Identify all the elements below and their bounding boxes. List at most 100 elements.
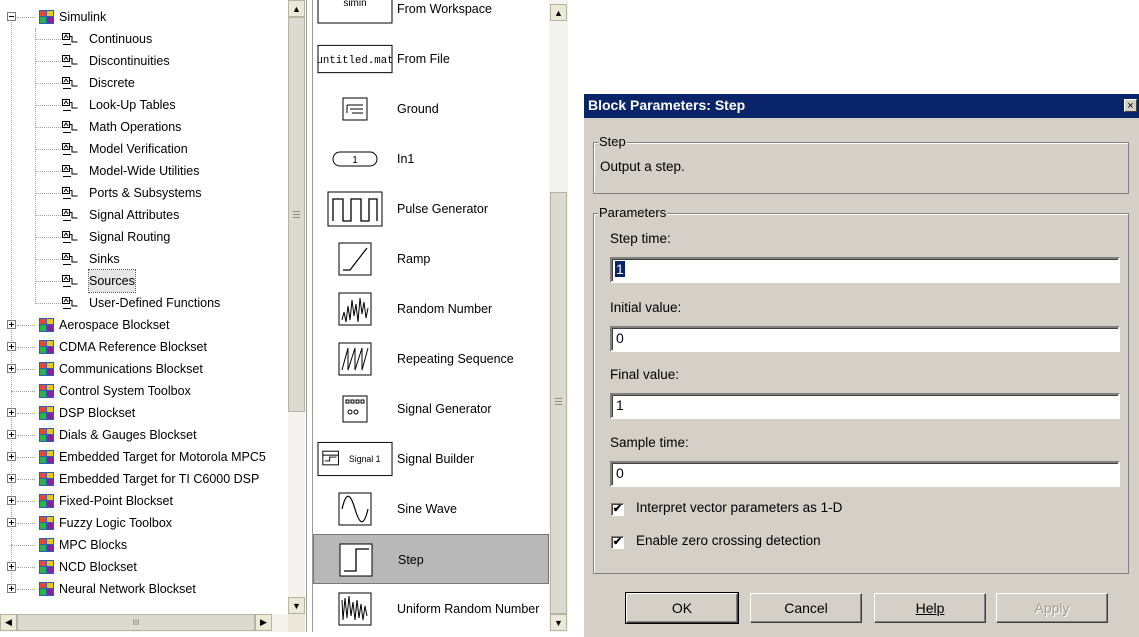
- expand-plus-icon[interactable]: [7, 342, 16, 351]
- tree-item-model-wide-utilities[interactable]: Model-Wide Utilities: [0, 160, 288, 182]
- block-sine-wave[interactable]: Sine Wave: [313, 484, 549, 534]
- expand-plus-icon[interactable]: [7, 364, 16, 373]
- siggen-icon: [317, 388, 393, 430]
- zero-crossing-checkbox[interactable]: ✔: [611, 536, 624, 549]
- tree-item-continuous[interactable]: Continuous: [0, 28, 288, 50]
- tree-item-math-operations[interactable]: Math Operations: [0, 116, 288, 138]
- tree-item-neural-network-blockset[interactable]: Neural Network Blockset: [0, 578, 288, 600]
- tree-item-aerospace-blockset[interactable]: Aerospace Blockset: [0, 314, 288, 336]
- expand-plus-icon[interactable]: [7, 430, 16, 439]
- sample-time-label: Sample time:: [610, 435, 689, 450]
- scroll-down-arrow-icon[interactable]: ▼: [550, 614, 567, 631]
- tree-item-look-up-tables[interactable]: Look-Up Tables: [0, 94, 288, 116]
- scroll-down-arrow-icon[interactable]: ▼: [288, 597, 305, 614]
- ok-button[interactable]: OK: [625, 592, 739, 624]
- block-label: Signal Generator: [397, 402, 492, 416]
- tree-item-dials-gauges-blockset[interactable]: Dials & Gauges Blockset: [0, 424, 288, 446]
- block-pulse-generator[interactable]: Pulse Generator: [313, 184, 549, 234]
- zero-crossing-label[interactable]: Enable zero crossing detection: [636, 533, 821, 548]
- scroll-thumb[interactable]: [550, 192, 567, 614]
- tree-item-mpc-blocks[interactable]: MPC Blocks: [0, 534, 288, 556]
- interpret-vector-label[interactable]: Interpret vector parameters as 1-D: [636, 500, 842, 515]
- dialog-title: Block Parameters: Step: [588, 97, 746, 113]
- tree-item-communications-blockset[interactable]: Communications Blockset: [0, 358, 288, 380]
- block-ramp[interactable]: Ramp: [313, 234, 549, 284]
- svg-text:untitled.mat: untitled.mat: [317, 55, 393, 67]
- scroll-left-arrow-icon[interactable]: ◀: [0, 614, 17, 631]
- tree-item-sinks[interactable]: Sinks: [0, 248, 288, 270]
- sublibrary-block-icon: [62, 121, 78, 133]
- dialog-titlebar[interactable]: Block Parameters: Step ×: [584, 94, 1139, 118]
- help-button[interactable]: Help: [874, 593, 986, 623]
- tree-item-dsp-blockset[interactable]: DSP Blockset: [0, 402, 288, 424]
- scroll-up-arrow-icon[interactable]: ▲: [288, 0, 305, 17]
- tree-item-simulink[interactable]: Simulink: [0, 6, 288, 28]
- from-workspace-icon: simin: [317, 0, 393, 30]
- tree-item-model-verification[interactable]: Model Verification: [0, 138, 288, 160]
- sample-time-input[interactable]: 0: [610, 461, 1120, 487]
- tree-item-control-system-toolbox[interactable]: Control System Toolbox: [0, 380, 288, 402]
- scroll-thumb[interactable]: [288, 17, 305, 412]
- tree-item-discontinuities[interactable]: Discontinuities: [0, 50, 288, 72]
- final-value-label: Final value:: [610, 367, 680, 382]
- apply-button[interactable]: Apply: [996, 593, 1108, 623]
- scroll-right-arrow-icon[interactable]: ▶: [255, 614, 272, 631]
- expand-plus-icon[interactable]: [7, 562, 16, 571]
- initial-value-input[interactable]: 0: [610, 326, 1120, 352]
- library-tree-pane: Simulink Continuous Discontinuities Discret…: [0, 0, 307, 632]
- block-from-workspace[interactable]: simin From Workspace: [313, 0, 549, 34]
- block-uniform-random-number[interactable]: Uniform Random Number: [313, 584, 549, 632]
- tree-item-embedded-target-for-ti-c6000-dsp[interactable]: Embedded Target for TI C6000 DSP: [0, 468, 288, 490]
- tree-item-label: Discontinuities: [89, 54, 170, 68]
- tree-item-signal-attributes[interactable]: Signal Attributes: [0, 204, 288, 226]
- tree-vertical-scrollbar[interactable]: ▲ ▼: [288, 0, 305, 614]
- block-repeating-sequence[interactable]: Repeating Sequence: [313, 334, 549, 384]
- tree-item-sources[interactable]: Sources: [0, 269, 288, 293]
- expand-plus-icon[interactable]: [7, 584, 16, 593]
- expand-plus-icon[interactable]: [7, 474, 16, 483]
- tree-item-user-defined-functions[interactable]: User-Defined Functions: [0, 292, 288, 314]
- tree-horizontal-scrollbar[interactable]: ◀ III ▶: [0, 614, 288, 632]
- tree-item-ports-subsystems[interactable]: Ports & Subsystems: [0, 182, 288, 204]
- interpret-vector-checkbox[interactable]: ✔: [611, 503, 624, 516]
- block-label: Ground: [397, 102, 439, 116]
- close-icon[interactable]: ×: [1124, 99, 1137, 112]
- block-step[interactable]: Step: [313, 534, 549, 584]
- svg-text:simin: simin: [343, 0, 366, 9]
- block-random-number[interactable]: Random Number: [313, 284, 549, 334]
- expand-plus-icon[interactable]: [7, 452, 16, 461]
- cancel-button[interactable]: Cancel: [750, 593, 862, 623]
- sublibrary-block-icon: [62, 143, 78, 155]
- expand-plus-icon[interactable]: [7, 408, 16, 417]
- expand-plus-icon[interactable]: [7, 320, 16, 329]
- tree-item-fixed-point-blockset[interactable]: Fixed-Point Blockset: [0, 490, 288, 512]
- tree-item-signal-routing[interactable]: Signal Routing: [0, 226, 288, 248]
- expand-plus-icon[interactable]: [7, 518, 16, 527]
- scroll-thumb-horizontal[interactable]: III: [17, 614, 255, 631]
- block-ground[interactable]: Ground: [313, 84, 549, 134]
- tree-item-label: Look-Up Tables: [89, 98, 176, 112]
- tree-item-label: Math Operations: [89, 120, 182, 134]
- sublibrary-block-icon: [62, 165, 78, 177]
- block-parameters-dialog: Block Parameters: Step × Step Output a s…: [584, 94, 1139, 637]
- tree-item-label: Dials & Gauges Blockset: [59, 428, 197, 442]
- tree-item-cdma-reference-blockset[interactable]: CDMA Reference Blockset: [0, 336, 288, 358]
- step-time-input[interactable]: 1: [610, 257, 1120, 283]
- tree-item-ncd-blockset[interactable]: NCD Blockset: [0, 556, 288, 578]
- block-in1[interactable]: 1 In1: [313, 134, 549, 184]
- final-value-input[interactable]: 1: [610, 393, 1120, 419]
- tree-item-discrete[interactable]: Discrete: [0, 72, 288, 94]
- block-label: From File: [397, 52, 450, 66]
- library-icon: [39, 472, 54, 486]
- tree-item-embedded-target-for-motorola-mpc5[interactable]: Embedded Target for Motorola MPC5: [0, 446, 288, 468]
- collapse-minus-icon[interactable]: [7, 12, 16, 21]
- tree-item-fuzzy-logic-toolbox[interactable]: Fuzzy Logic Toolbox: [0, 512, 288, 534]
- blocks-vertical-scrollbar[interactable]: ▲ ▼: [549, 0, 568, 632]
- block-signal-builder[interactable]: Signal 1 Signal Builder: [313, 434, 549, 484]
- inport-icon: 1: [317, 138, 393, 180]
- block-signal-generator[interactable]: Signal Generator: [313, 384, 549, 434]
- scroll-up-arrow-icon[interactable]: ▲: [550, 4, 567, 21]
- expand-plus-icon[interactable]: [7, 496, 16, 505]
- block-from-file[interactable]: untitled.mat From File: [313, 34, 549, 84]
- tree-item-label: Embedded Target for Motorola MPC5: [59, 450, 266, 464]
